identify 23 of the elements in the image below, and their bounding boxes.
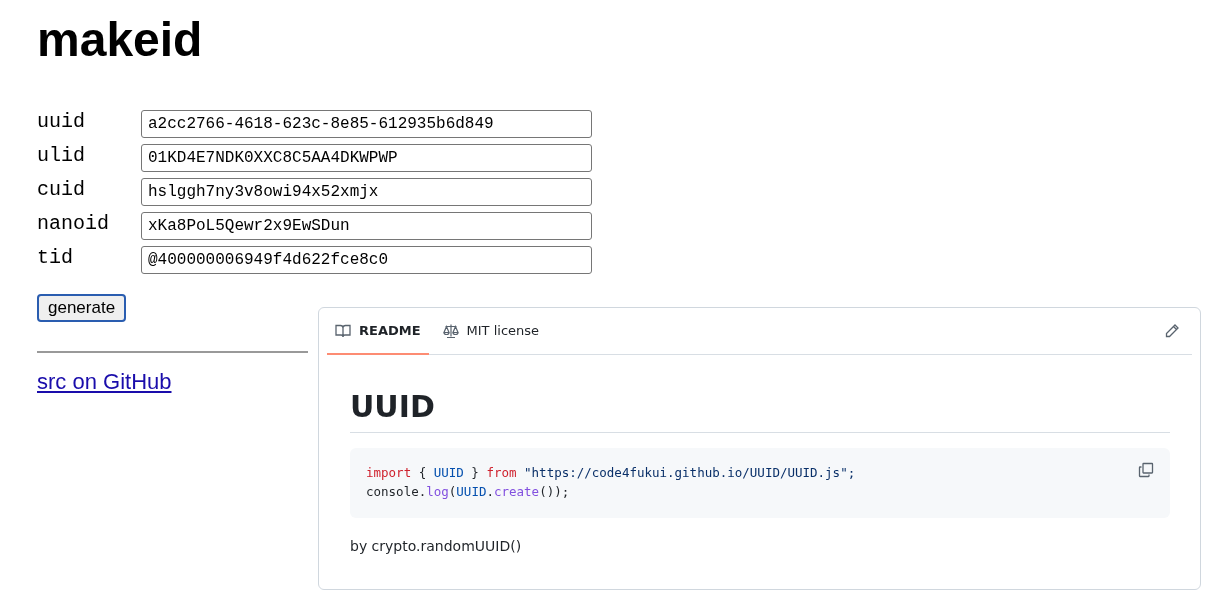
edit-icon[interactable] <box>1164 323 1180 339</box>
id-field[interactable]: xKa8PoL5Qewr2x9EwSDun <box>141 212 592 240</box>
field-label: tid <box>37 246 74 270</box>
readme-text: by crypto.randomUUID() <box>350 538 523 554</box>
scale-icon <box>442 322 459 339</box>
page-title: makeid <box>37 12 204 68</box>
readme-heading: UUID <box>350 389 1170 433</box>
id-field[interactable]: 01KD4E7NDK0XXC8C5AA4DKWPWP <box>141 144 592 172</box>
id-field[interactable]: hslggh7ny3v8owi94x52xmjx <box>141 178 592 206</box>
id-field[interactable]: @400000006949f4d622fce8c0 <box>141 246 592 274</box>
code-line: console.log(UUID.create()); <box>366 483 570 501</box>
field-label: cuid <box>37 178 86 202</box>
tab[interactable]: README <box>327 308 429 355</box>
github-link[interactable]: src on GitHub <box>37 369 172 395</box>
field-label: uuid <box>37 110 86 134</box>
book-icon <box>335 322 351 339</box>
field-label: nanoid <box>37 212 110 236</box>
tab[interactable]: MIT license <box>434 308 548 355</box>
generate-button[interactable]: generate <box>37 294 127 322</box>
code-line: import { UUID } from "https://code4fukui.github.io/UUID/UUID.js"; <box>366 464 856 482</box>
id-field[interactable]: a2cc2766-4618-623c-8e85-612935b6d849 <box>141 110 592 138</box>
field-label: ulid <box>37 144 86 168</box>
copy-icon[interactable] <box>1138 462 1154 478</box>
